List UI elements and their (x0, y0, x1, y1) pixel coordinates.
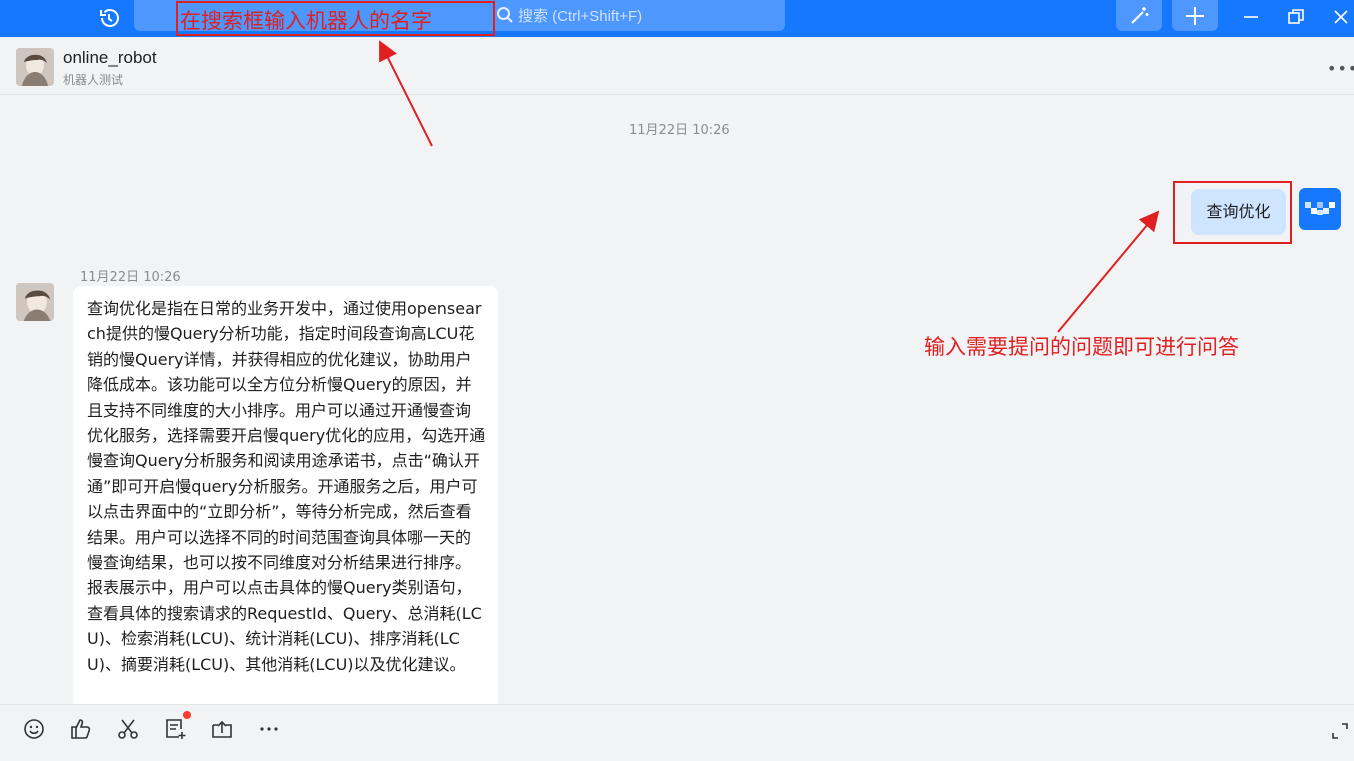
share-upload-icon[interactable] (210, 717, 234, 741)
restore-icon[interactable] (1285, 6, 1307, 28)
minimize-icon[interactable] (1240, 6, 1262, 28)
contact-name: online_robot (63, 48, 157, 67)
emoji-icon[interactable] (22, 717, 46, 741)
add-button[interactable] (1172, 0, 1218, 31)
arrow-to-question (1057, 210, 1160, 333)
robot-avatar[interactable] (16, 283, 54, 321)
search-placeholder: 搜索 (Ctrl+Shift+F) (518, 8, 643, 25)
question-annotation-box (1173, 181, 1292, 244)
history-icon[interactable] (96, 5, 122, 31)
contact-avatar[interactable] (16, 48, 54, 86)
note-add-icon[interactable] (163, 717, 187, 741)
expand-icon[interactable] (1330, 721, 1354, 745)
self-avatar[interactable] (1299, 188, 1341, 230)
more-horizontal-icon[interactable] (257, 717, 281, 741)
question-annotation-text: 输入需要提问的问题即可进行问答 (924, 335, 1239, 359)
contact-subtitle: 机器人测试 (63, 73, 124, 87)
more-options-icon[interactable]: ••• (1327, 59, 1354, 78)
robot-message-bubble[interactable]: 查询优化是指在日常的业务开发中，通过使用opensearch提供的慢Query分… (73, 286, 498, 706)
search-annotation-text: 在搜索框输入机器人的名字 (180, 9, 432, 33)
message-timestamp: 11月22日 10:26 (80, 270, 181, 285)
chat-header: online_robot 机器人测试 ••• (0, 37, 1354, 95)
magic-wand-button[interactable] (1116, 0, 1162, 31)
robot-message-text: 查询优化是指在日常的业务开发中，通过使用opensearch提供的慢Query分… (87, 299, 486, 674)
input-toolbar (0, 704, 1354, 761)
search-icon (496, 6, 514, 24)
scissors-icon[interactable] (116, 717, 140, 741)
close-icon[interactable] (1330, 6, 1352, 28)
message-timestamp: 11月22日 10:26 (629, 123, 730, 138)
notification-dot (183, 711, 191, 719)
thumbs-up-icon[interactable] (69, 717, 93, 741)
